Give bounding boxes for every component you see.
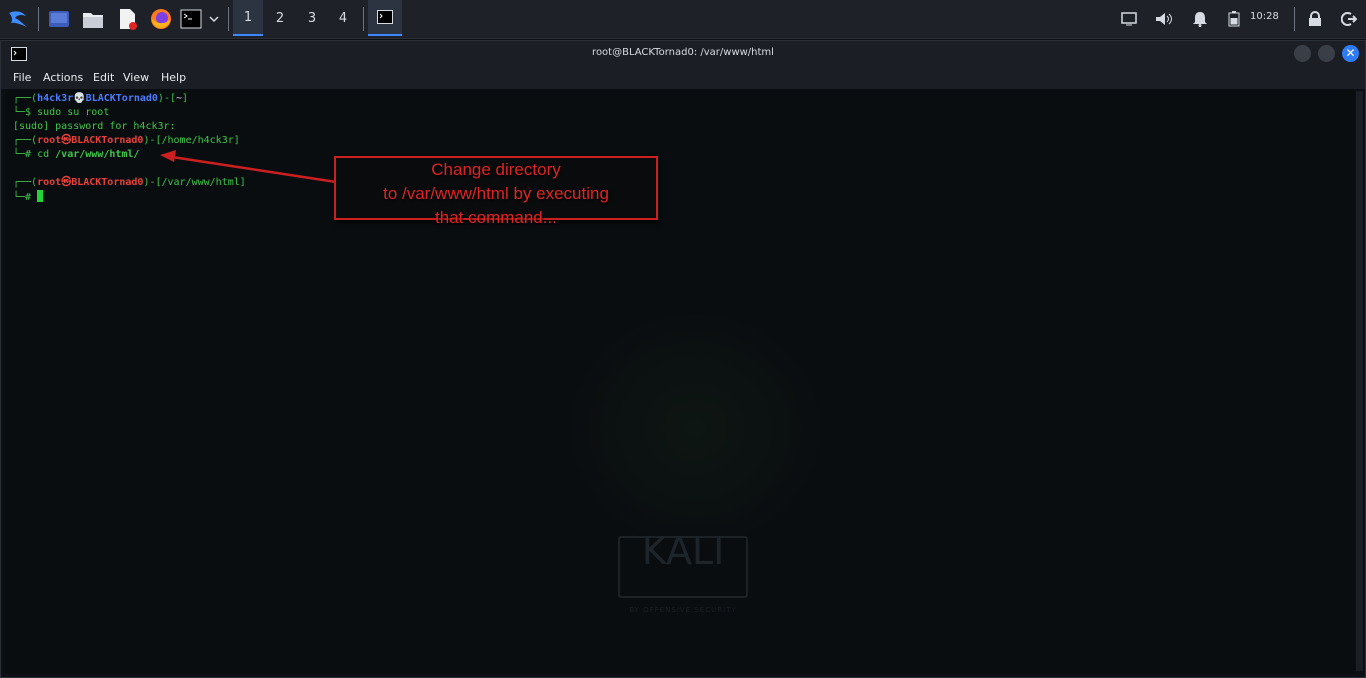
annotation-box: Change directory to /var/www/html by exe… — [334, 156, 658, 227]
annotation-line-3: that command... — [435, 208, 557, 227]
annotation-arrow — [160, 150, 337, 184]
annotation-line-2: to /var/www/html by executing — [383, 184, 609, 203]
annotation-line-1: Change directory — [431, 160, 561, 179]
